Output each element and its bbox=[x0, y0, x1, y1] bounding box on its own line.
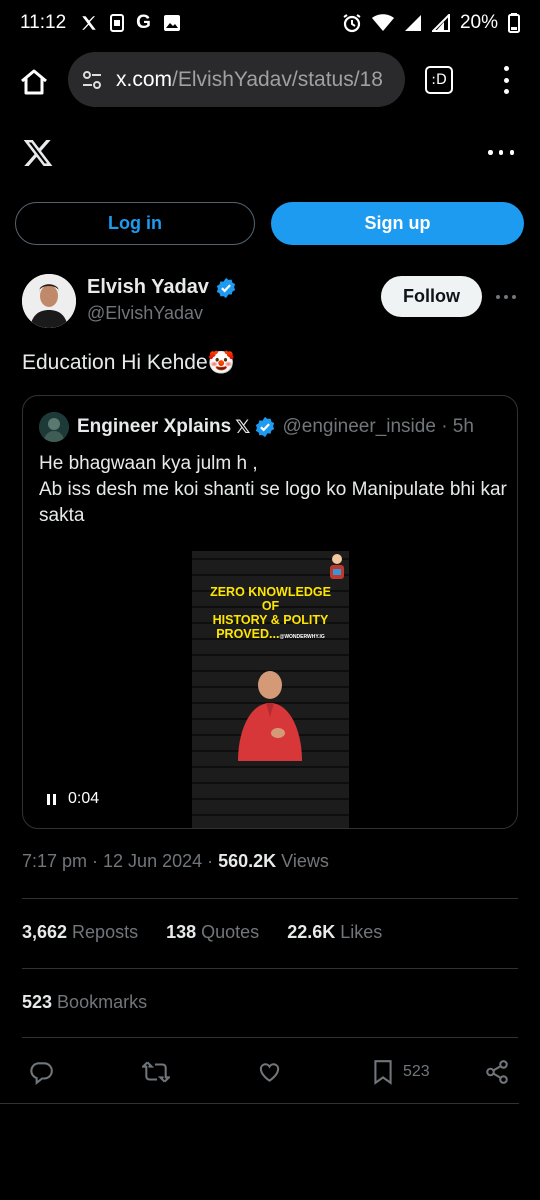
divider bbox=[22, 968, 518, 969]
share-icon bbox=[486, 1060, 508, 1084]
quoted-tweet-text: He bhagwaan kya julm h , Ab iss desh me … bbox=[39, 451, 509, 529]
quoted-x-symbol: 𝕏 bbox=[235, 416, 251, 438]
divider bbox=[0, 1103, 519, 1104]
browser-toolbar: x.com/ElvishYadav/status/18 :D bbox=[0, 52, 540, 108]
bookmark-icon bbox=[374, 1060, 392, 1085]
url-path: /ElvishYadav/status/18 bbox=[172, 67, 383, 91]
quoted-text-line2: Ab iss desh me koi shanti se logo ko Man… bbox=[39, 479, 507, 526]
reposts-stat[interactable]: 3,662 Reposts bbox=[22, 922, 138, 943]
video-controls[interactable]: 0:04 bbox=[47, 790, 99, 808]
wifi-icon bbox=[371, 14, 394, 32]
author-name-row[interactable]: Elvish Yadav bbox=[87, 276, 237, 299]
likes-stat[interactable]: 22.6K Likes bbox=[287, 922, 382, 943]
divider bbox=[22, 898, 518, 899]
quotes-count: 138 bbox=[166, 922, 197, 942]
bookmark-button[interactable]: 523 bbox=[371, 1056, 430, 1088]
home-icon bbox=[21, 69, 47, 95]
status-bar: 11:12 G 20% bbox=[0, 0, 540, 46]
reply-button[interactable] bbox=[28, 1056, 54, 1088]
quoted-author-name: Engineer Xplains bbox=[77, 416, 232, 437]
signup-button[interactable]: Sign up bbox=[271, 202, 524, 245]
tweet-text-body: Education Hi Kehde bbox=[22, 351, 208, 374]
likes-count: 22.6K bbox=[287, 922, 336, 942]
clown-emoji: 🤡 bbox=[207, 350, 236, 375]
quoted-tweet-card[interactable]: Engineer Xplains 𝕏 @engineer_inside · 5h… bbox=[22, 395, 518, 829]
video-person-image bbox=[238, 670, 302, 761]
quoted-author-avatar bbox=[39, 412, 69, 442]
repost-button[interactable] bbox=[142, 1056, 170, 1088]
quotes-stat[interactable]: 138 Quotes bbox=[166, 922, 259, 943]
bookmark-action-count: 523 bbox=[403, 1063, 430, 1080]
likes-label: Likes bbox=[335, 922, 383, 942]
video-title-line1: ZERO KNOWLEDGE bbox=[210, 585, 331, 599]
divider bbox=[22, 1037, 518, 1038]
signal-icon bbox=[404, 14, 422, 32]
alarm-icon bbox=[342, 13, 362, 33]
quoted-video[interactable]: ZERO KNOWLEDGE OF HISTORY & POLITY PROVE… bbox=[192, 551, 349, 828]
video-title-line3: HISTORY & POLITY bbox=[212, 613, 329, 627]
repost-icon bbox=[142, 1061, 170, 1083]
image-icon bbox=[163, 14, 181, 32]
tweet-actions: 523 bbox=[0, 1056, 540, 1088]
video-title-line2: OF bbox=[261, 599, 280, 613]
views-label: Views bbox=[276, 851, 329, 871]
share-button[interactable] bbox=[484, 1056, 510, 1088]
header-more-icon[interactable] bbox=[488, 150, 514, 156]
battery-icon bbox=[508, 13, 520, 33]
quoted-text-line1: He bhagwaan kya julm h , bbox=[39, 453, 258, 474]
reposts-count: 3,662 bbox=[22, 922, 68, 942]
follow-button[interactable]: Follow bbox=[381, 276, 482, 317]
reply-icon bbox=[30, 1062, 53, 1085]
bookmarks-label: Bookmarks bbox=[52, 992, 148, 1012]
quoted-verified-badge-icon bbox=[256, 416, 275, 438]
bookmarks-count: 523 bbox=[22, 992, 53, 1012]
author-avatar[interactable] bbox=[22, 274, 76, 328]
site-settings-icon[interactable] bbox=[80, 68, 104, 92]
x-logo-icon[interactable] bbox=[22, 137, 54, 169]
status-time: 11:12 bbox=[20, 12, 67, 33]
tweet-stats: 3,662 Reposts 138 Quotes 22.6K Likes bbox=[22, 922, 382, 943]
signal-icon-2 bbox=[431, 14, 450, 32]
pause-icon[interactable] bbox=[47, 793, 56, 805]
address-bar[interactable]: x.com/ElvishYadav/status/18 bbox=[68, 52, 405, 107]
url-host: x.com bbox=[116, 67, 173, 91]
battery-percent: 20% bbox=[459, 12, 498, 33]
cartoon-sticker-icon bbox=[330, 554, 344, 579]
quotes-label: Quotes bbox=[196, 922, 260, 942]
verified-badge-icon bbox=[216, 277, 236, 298]
author-name[interactable]: Elvish Yadav bbox=[87, 276, 209, 299]
video-time: 0:04 bbox=[68, 790, 100, 807]
reposts-label: Reposts bbox=[67, 922, 139, 942]
views-count: 560.2K bbox=[218, 851, 277, 871]
google-icon: G bbox=[136, 12, 151, 33]
login-button[interactable]: Log in bbox=[15, 202, 255, 245]
quoted-author-handle: @engineer_inside · 5h bbox=[282, 416, 474, 437]
heart-icon bbox=[259, 1063, 280, 1082]
video-title-line4: PROVED... bbox=[216, 627, 280, 641]
url-text[interactable]: x.com/ElvishYadav/status/18 bbox=[116, 68, 383, 92]
quoted-tweet-header: Engineer Xplains 𝕏 @engineer_inside · 5h bbox=[39, 412, 474, 442]
video-title-overlay: ZERO KNOWLEDGE OF HISTORY & POLITY PROVE… bbox=[192, 585, 349, 644]
video-watermark: @WONDERWHY.IG bbox=[279, 634, 325, 640]
browser-menu-button[interactable] bbox=[496, 66, 516, 94]
tweet-date[interactable]: 7:17 pm · 12 Jun 2024 · bbox=[22, 851, 218, 871]
author-handle[interactable]: @ElvishYadav bbox=[87, 303, 203, 324]
tabs-button[interactable]: :D bbox=[425, 66, 453, 94]
sim-icon bbox=[110, 14, 125, 32]
tweet-text: Education Hi Kehde 🤡 bbox=[22, 350, 235, 376]
home-button[interactable] bbox=[14, 62, 54, 102]
tweet-more-icon[interactable] bbox=[496, 295, 516, 299]
x-icon bbox=[80, 14, 98, 32]
tweet-meta: 7:17 pm · 12 Jun 2024 · 560.2K Views bbox=[22, 851, 329, 872]
like-button[interactable] bbox=[256, 1056, 283, 1088]
bookmarks-stat[interactable]: 523 Bookmarks bbox=[22, 992, 147, 1013]
